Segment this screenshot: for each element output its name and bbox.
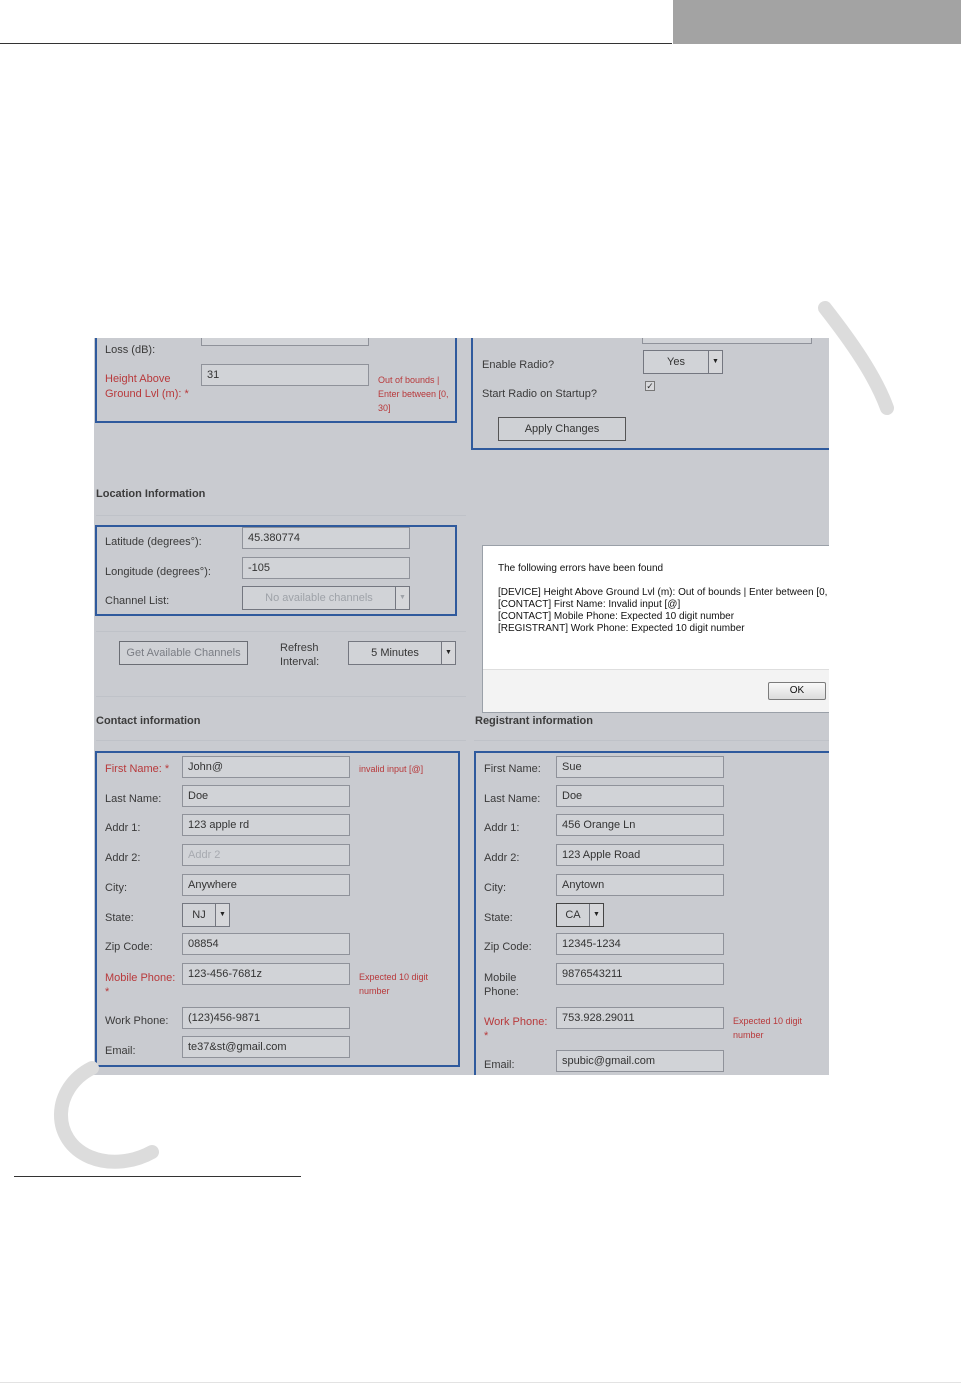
contact-addr1-input[interactable]: 123 apple rd: [182, 814, 350, 836]
location-separator-2: [96, 631, 466, 632]
contact-last-name-label: Last Name:: [105, 793, 162, 805]
radio-top-input[interactable]: [642, 338, 812, 344]
latitude-input[interactable]: 45.380774: [242, 527, 410, 549]
refresh-interval-label: Refresh Interval:: [280, 642, 320, 668]
loss-input[interactable]: [201, 338, 369, 346]
latitude-label: Latitude (degrees°):: [105, 536, 202, 548]
contact-mobile-input[interactable]: 123-456-7681z: [182, 963, 350, 985]
contact-work-label: Work Phone:: [105, 1015, 169, 1027]
height-label: Height Above Ground Lvl (m): *: [105, 373, 189, 400]
registrant-city-label: City:: [484, 882, 506, 894]
error-dialog-footer: OK: [483, 669, 829, 712]
header-tab-block: [673, 0, 961, 44]
loss-label: Loss (dB):: [105, 344, 156, 356]
chevron-down-icon: ▼: [215, 904, 229, 926]
registrant-first-name-input[interactable]: Sue: [556, 756, 724, 778]
registrant-state-value: CA: [565, 909, 581, 921]
registrant-state-select[interactable]: CA ▼: [556, 903, 604, 927]
registrant-mobile-label: Mobile Phone:: [484, 972, 519, 998]
registrant-zip-input[interactable]: 12345-1234: [556, 933, 724, 955]
contact-city-input[interactable]: Anywhere: [182, 874, 350, 896]
refresh-interval-select[interactable]: 5 Minutes ▼: [348, 641, 456, 665]
contact-header: Contact information: [96, 715, 201, 727]
registrant-work-error: Expected 10 digit number: [733, 1016, 803, 1040]
watermark-arc-bottom-left: [54, 1061, 159, 1169]
longitude-input[interactable]: -105: [242, 557, 410, 579]
registrant-state-label: State:: [484, 912, 513, 924]
chevron-down-icon: ▼: [589, 904, 603, 926]
contact-zip-label: Zip Code:: [105, 941, 153, 953]
contact-state-label: State:: [105, 912, 134, 924]
error-message: [CONTACT] First Name: Invalid input [@]: [498, 599, 681, 610]
registrant-last-name-input[interactable]: Doe: [556, 785, 724, 807]
footnote-rule: [14, 1176, 301, 1177]
registrant-separator: [474, 740, 829, 741]
contact-addr2-input[interactable]: Addr 2: [182, 844, 350, 866]
contact-first-name-label: First Name: *: [105, 763, 170, 775]
contact-email-label: Email:: [105, 1045, 136, 1057]
registrant-addr1-input[interactable]: 456 Orange Ln: [556, 814, 724, 836]
contact-addr1-label: Addr 1:: [105, 822, 141, 834]
error-message: [DEVICE] Height Above Ground Lvl (m): Ou…: [498, 587, 829, 598]
registrant-header: Registrant information: [475, 715, 593, 727]
startup-label: Start Radio on Startup?: [482, 388, 597, 400]
error-message: [CONTACT] Mobile Phone: Expected 10 digi…: [498, 611, 735, 622]
ok-button[interactable]: OK: [768, 682, 826, 700]
contact-zip-input[interactable]: 08854: [182, 933, 350, 955]
page-bottom-rule: [0, 1382, 961, 1383]
channel-list-value: No available channels: [265, 592, 373, 604]
contact-city-label: City:: [105, 882, 127, 894]
registrant-work-label: Work Phone: *: [484, 1016, 548, 1042]
registrant-addr2-label: Addr 2:: [484, 852, 520, 864]
contact-state-value: NJ: [192, 909, 206, 921]
registrant-work-input[interactable]: 753.928.29011: [556, 1007, 724, 1029]
enable-radio-label: Enable Radio?: [482, 359, 555, 371]
enable-radio-select[interactable]: Yes ▼: [643, 350, 723, 374]
startup-checkbox[interactable]: ✓: [645, 381, 655, 391]
get-channels-button[interactable]: Get Available Channels: [119, 641, 248, 665]
contact-separator: [96, 740, 466, 741]
registrant-mobile-input[interactable]: 9876543211: [556, 963, 724, 985]
contact-addr2-label: Addr 2:: [105, 852, 141, 864]
error-dialog-title: The following errors have been found: [498, 563, 664, 574]
chevron-down-icon: ▼: [708, 351, 722, 373]
contact-email-input[interactable]: te37&st@gmail.com: [182, 1036, 350, 1058]
height-input[interactable]: 31: [201, 364, 369, 386]
longitude-label: Longitude (degrees°):: [105, 566, 211, 578]
contact-mobile-error: Expected 10 digit number: [359, 972, 429, 996]
channel-list-label: Channel List:: [105, 595, 170, 607]
contact-first-name-error: invalid input [@]: [359, 764, 424, 774]
registrant-email-input[interactable]: spubic@gmail.com: [556, 1050, 724, 1072]
height-error: Out of bounds | Enter between [0, 30]: [378, 375, 449, 413]
location-separator: [96, 515, 466, 516]
contact-last-name-input[interactable]: Doe: [182, 785, 350, 807]
registrant-email-label: Email:: [484, 1059, 515, 1071]
enable-radio-value: Yes: [667, 356, 685, 368]
header-rule: [0, 43, 672, 44]
error-dialog-messages: [DEVICE] Height Above Ground Lvl (m): Ou…: [498, 587, 829, 635]
chevron-down-icon: ▼: [395, 587, 409, 609]
registrant-addr2-input[interactable]: 123 Apple Road: [556, 844, 724, 866]
registrant-first-name-label: First Name:: [484, 763, 541, 775]
form-screenshot: Loss (dB): Height Above Ground Lvl (m): …: [94, 338, 829, 1075]
error-dialog: The following errors have been found [DE…: [482, 545, 829, 713]
contact-mobile-label: Mobile Phone: *: [105, 972, 176, 998]
apply-changes-button[interactable]: Apply Changes: [498, 417, 626, 441]
registrant-addr1-label: Addr 1:: [484, 822, 520, 834]
contact-work-input[interactable]: (123)456-9871: [182, 1007, 350, 1029]
chevron-down-icon: ▼: [441, 642, 455, 664]
registrant-zip-label: Zip Code:: [484, 941, 532, 953]
location-separator-3: [96, 696, 466, 697]
error-message: [REGISTRANT] Work Phone: Expected 10 dig…: [498, 623, 745, 634]
registrant-last-name-label: Last Name:: [484, 793, 541, 805]
refresh-interval-value: 5 Minutes: [371, 647, 419, 659]
contact-state-select[interactable]: NJ ▼: [182, 903, 230, 927]
channel-list-select[interactable]: No available channels ▼: [242, 586, 410, 610]
contact-first-name-input[interactable]: John@: [182, 756, 350, 778]
location-header: Location Information: [96, 488, 206, 500]
registrant-city-input[interactable]: Anytown: [556, 874, 724, 896]
